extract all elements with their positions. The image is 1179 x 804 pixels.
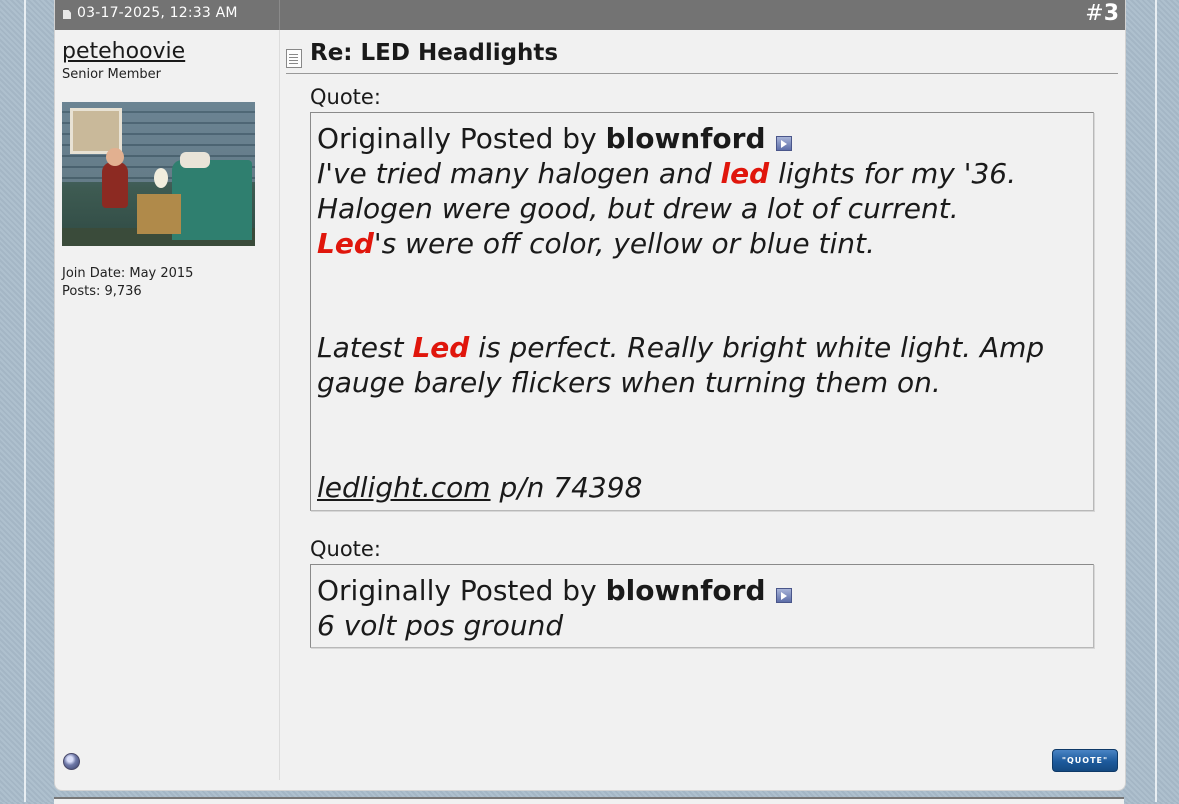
quote-label: Quote: xyxy=(310,537,381,561)
page-frame-left xyxy=(24,0,26,802)
avatar-bed xyxy=(172,160,252,240)
username-link[interactable]: petehoovie xyxy=(62,39,185,64)
quote-label: Quote: xyxy=(310,85,381,109)
post-number-hash: # xyxy=(1085,1,1104,26)
post-header: 03-17-2025, 12:33 AM #3 xyxy=(55,0,1125,30)
user-offline-icon xyxy=(63,753,80,770)
quote-author: blownford xyxy=(605,122,766,155)
post-number-value: 3 xyxy=(1103,1,1119,26)
search-highlight: Led xyxy=(317,227,374,260)
join-date: Join Date: May 2015 xyxy=(62,266,194,281)
quote-line: Led's were off color, yellow or blue tin… xyxy=(317,227,875,260)
quote-text: 's were off color, yellow or blue tint. xyxy=(373,227,875,260)
page-frame-right xyxy=(1155,0,1157,802)
quote-attribution: Originally Posted by blownford xyxy=(317,574,792,607)
avatar-table xyxy=(137,194,181,234)
quote-box: Originally Posted by blownford I've trie… xyxy=(310,112,1094,511)
post-status-icon xyxy=(63,10,71,19)
quote-attribution: Originally Posted by blownford xyxy=(317,122,792,155)
view-post-arrow-icon[interactable] xyxy=(775,588,792,603)
post-number-link[interactable]: #3 xyxy=(1085,1,1119,26)
quote-line: I've tried many halogen and led lights f… xyxy=(317,157,1016,190)
quote-text: lights for my '36. xyxy=(778,157,1016,190)
post-title: Re: LED Headlights xyxy=(310,40,559,66)
user-info-panel: petehoovie Senior Member Join Date: May … xyxy=(55,30,280,780)
avatar-person xyxy=(102,162,128,208)
quote-button[interactable]: "QUOTE" xyxy=(1052,749,1118,772)
next-post-edge xyxy=(54,797,1124,804)
quote-line: Latest Led is perfect. Really bright whi… xyxy=(317,331,1044,364)
quote-text: I've tried many halogen and xyxy=(317,157,712,190)
quote-text: is perfect. Really bright white light. A… xyxy=(478,331,1045,364)
forum-post: 03-17-2025, 12:33 AM #3 petehoovie Senio… xyxy=(54,0,1126,791)
quote-line: 6 volt pos ground xyxy=(317,609,564,642)
avatar-head xyxy=(106,148,124,166)
originally-posted-by-text: Originally Posted by xyxy=(317,122,597,155)
quote-text: p/n 74398 xyxy=(499,471,643,504)
post-content: Re: LED Headlights Quote: Originally Pos… xyxy=(280,30,1125,780)
post-icon xyxy=(286,49,302,68)
user-rank: Senior Member xyxy=(62,67,162,82)
post-count: Posts: 9,736 xyxy=(62,284,142,299)
external-link[interactable]: ledlight.com xyxy=(317,471,491,504)
post-date: 03-17-2025, 12:33 AM xyxy=(77,5,238,21)
quote-line: Halogen were good, but drew a lot of cur… xyxy=(317,192,959,225)
quote-line: ledlight.com p/n 74398 xyxy=(317,471,642,504)
user-avatar[interactable] xyxy=(62,102,255,246)
quote-author: blownford xyxy=(605,574,766,607)
search-highlight: Led xyxy=(412,331,470,364)
view-post-arrow-icon[interactable] xyxy=(775,136,792,151)
header-divider xyxy=(279,0,280,30)
quote-box: Originally Posted by blownford 6 volt po… xyxy=(310,564,1094,648)
avatar-pillow xyxy=(180,152,210,168)
quote-text: Latest xyxy=(317,331,404,364)
search-highlight: led xyxy=(720,157,770,190)
avatar-lamp xyxy=(154,168,168,188)
originally-posted-by-text: Originally Posted by xyxy=(317,574,597,607)
title-divider xyxy=(286,73,1118,74)
quote-line: gauge barely flickers when turning them … xyxy=(317,366,941,399)
